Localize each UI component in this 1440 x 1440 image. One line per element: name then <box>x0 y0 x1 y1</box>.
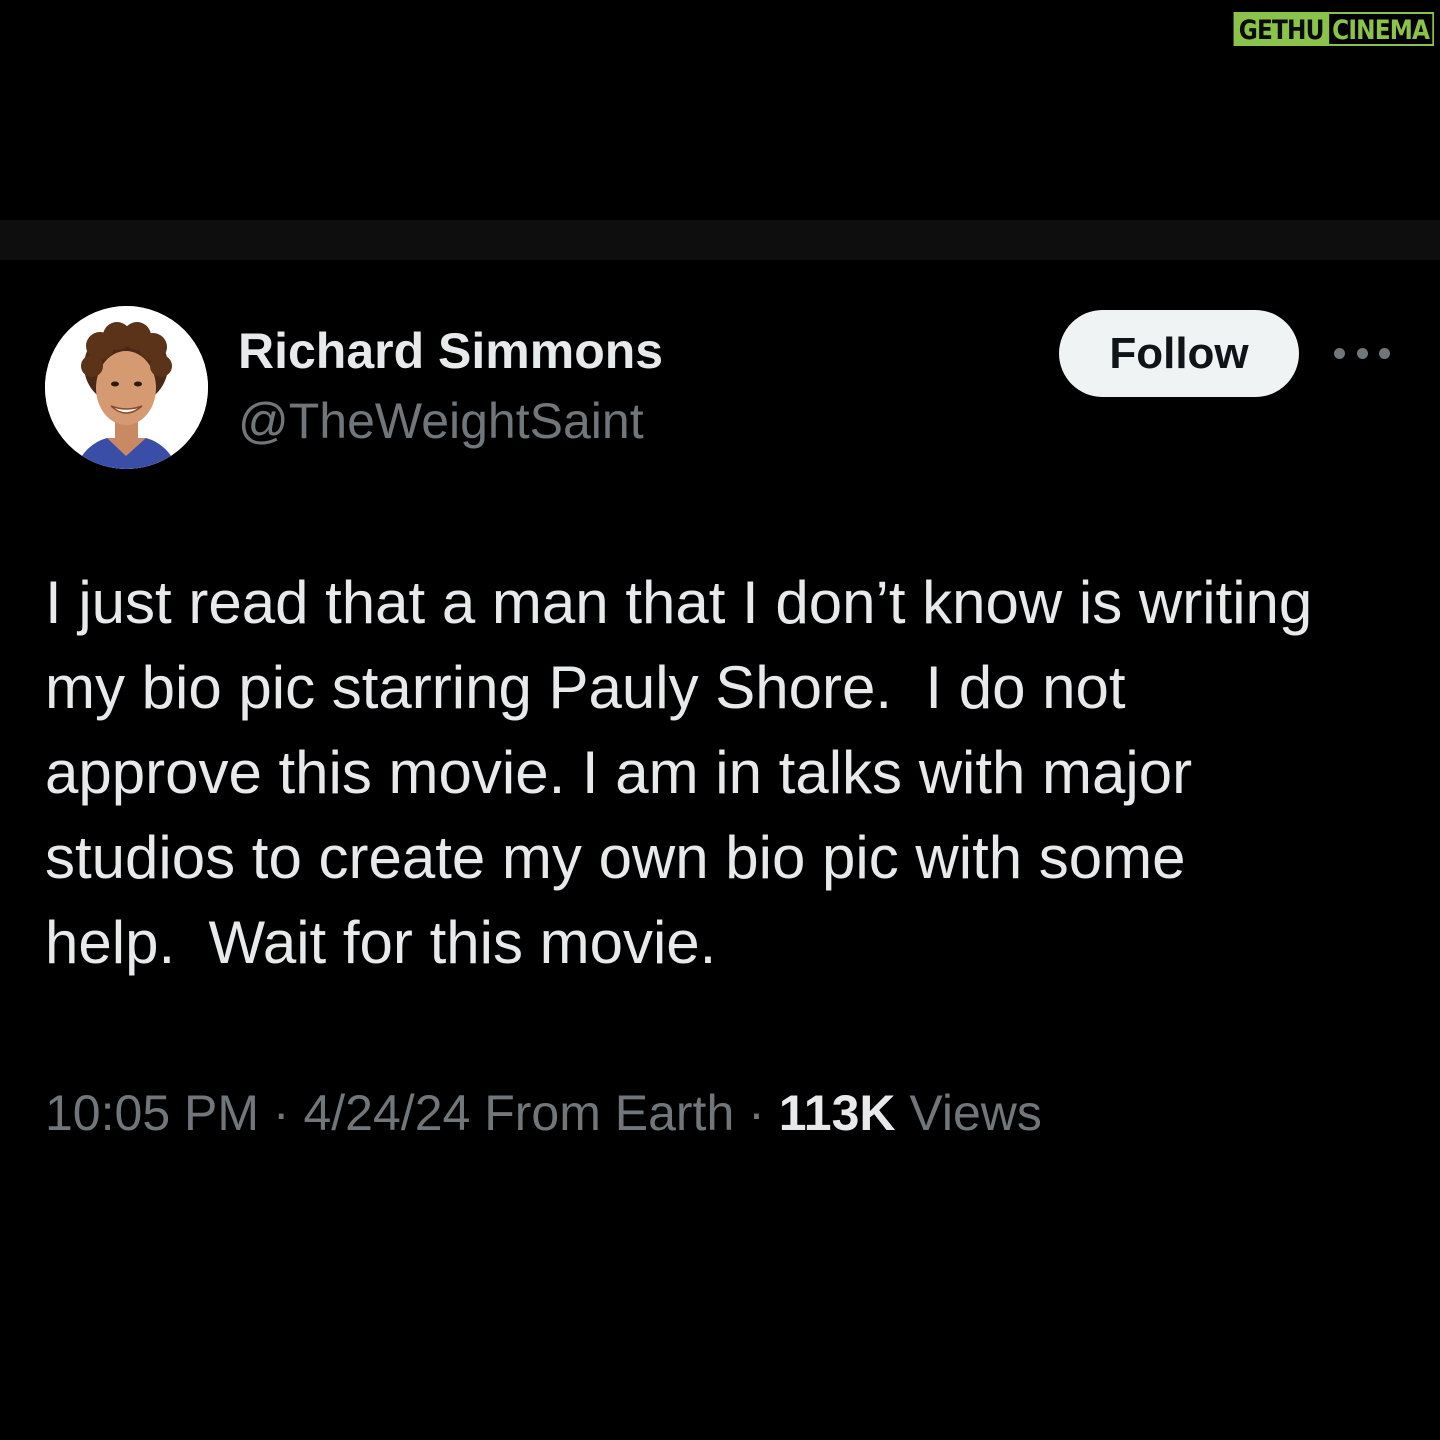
ellipsis-dot <box>1334 347 1345 359</box>
ellipsis-dot <box>1356 347 1368 359</box>
tweet-text: I just read that a man that I don’t know… <box>45 560 1415 985</box>
author-display-name[interactable]: Richard Simmons <box>238 322 663 380</box>
avatar[interactable] <box>45 306 208 469</box>
meta-separator: · <box>272 1085 290 1141</box>
divider-band <box>0 220 1440 260</box>
views-label: Views <box>909 1085 1042 1141</box>
tweet-text-line: studios to create my own bio pic with so… <box>45 824 1186 891</box>
tweet-text-line: I just read that a man that I don’t know… <box>45 569 1313 636</box>
follow-button[interactable]: Follow <box>1059 310 1299 397</box>
tweet-text-line: my bio pic starring Pauly Shore. I do no… <box>45 654 1126 721</box>
ellipsis-icon[interactable] <box>1334 342 1390 364</box>
tweet-text-line: help. Wait for this movie. <box>45 909 717 976</box>
avatar-photo <box>45 306 208 469</box>
views-count[interactable]: 113K <box>779 1085 896 1141</box>
tweet-time[interactable]: 10:05 PM <box>45 1085 259 1141</box>
tweet-meta: 10:05 PM · 4/24/24 From Earth · 113K Vie… <box>45 1084 1042 1142</box>
tweet-date-location[interactable]: 4/24/24 From Earth <box>303 1085 734 1141</box>
tweet-text-line: approve this movie. I am in talks with m… <box>45 739 1193 806</box>
meta-separator: · <box>748 1085 765 1141</box>
watermark-part1: GETHU <box>1233 12 1329 46</box>
watermark-logo: GETHU CINEMA <box>1233 12 1434 46</box>
author-handle[interactable]: @TheWeightSaint <box>238 392 644 450</box>
watermark-part2: CINEMA <box>1328 12 1434 46</box>
ellipsis-dot <box>1379 347 1390 359</box>
